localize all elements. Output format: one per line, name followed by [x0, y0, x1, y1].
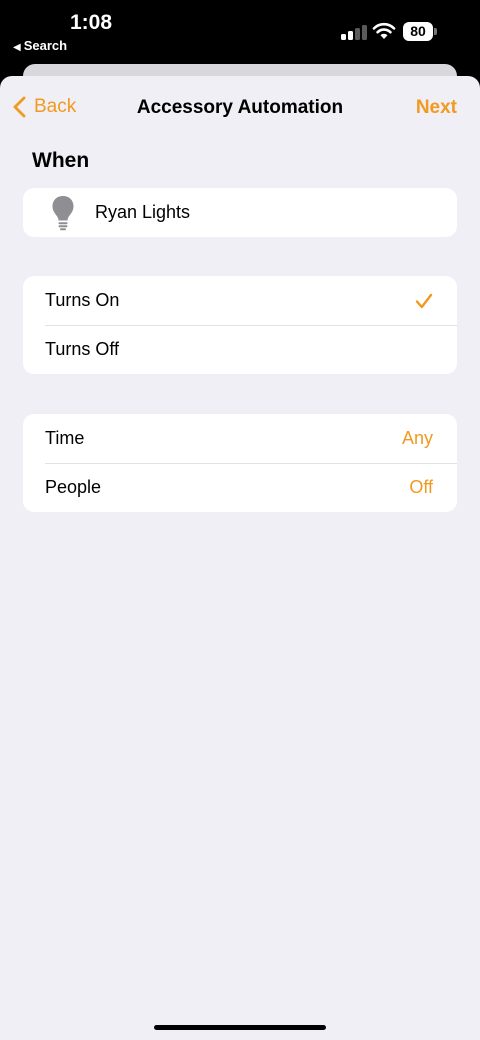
option-label: Turns Off	[45, 339, 120, 359]
battery-icon: 80	[403, 22, 433, 41]
status-time: 1:08	[70, 11, 113, 34]
cellular-signal-icon	[341, 24, 367, 40]
trigger-options-card: Turns On Turns Off	[23, 276, 457, 374]
home-indicator[interactable]	[154, 1025, 326, 1030]
next-button[interactable]: Next	[416, 97, 457, 119]
option-turns-off[interactable]: Turns Off	[23, 325, 457, 374]
accessory-row[interactable]: Ryan Lights	[23, 188, 457, 237]
condition-time-row[interactable]: Time Any	[23, 414, 457, 463]
option-turns-on[interactable]: Turns On	[23, 276, 457, 325]
conditions-card: Time Any People Off	[23, 414, 457, 512]
modal-sheet: Back Accessory Automation Next When Ryan…	[0, 76, 480, 1040]
accessory-name: Ryan Lights	[95, 202, 191, 222]
wifi-icon	[372, 22, 396, 39]
back-button[interactable]: Back	[13, 96, 76, 118]
condition-label: Time	[45, 428, 85, 448]
condition-people-row[interactable]: People Off	[23, 463, 457, 512]
accessory-card[interactable]: Ryan Lights	[23, 188, 457, 237]
chevron-left-icon	[13, 96, 26, 118]
back-to-app-label: Search	[23, 38, 68, 53]
option-label: Turns On	[45, 290, 120, 310]
back-to-app-link[interactable]: ◀ Search	[13, 38, 67, 53]
battery-nub	[434, 28, 437, 35]
when-section-title: When	[32, 149, 90, 172]
condition-value: Any	[401, 428, 433, 448]
checkmark-icon	[415, 293, 433, 308]
condition-label: People	[45, 477, 102, 497]
lightbulb-icon	[52, 195, 74, 230]
navigation-bar: Back Accessory Automation Next	[0, 76, 480, 140]
back-button-label: Back	[34, 96, 77, 117]
status-bar: 1:08 ◀ Search 80	[0, 0, 480, 62]
condition-value: Off	[409, 477, 433, 497]
back-triangle-icon: ◀	[13, 42, 21, 53]
